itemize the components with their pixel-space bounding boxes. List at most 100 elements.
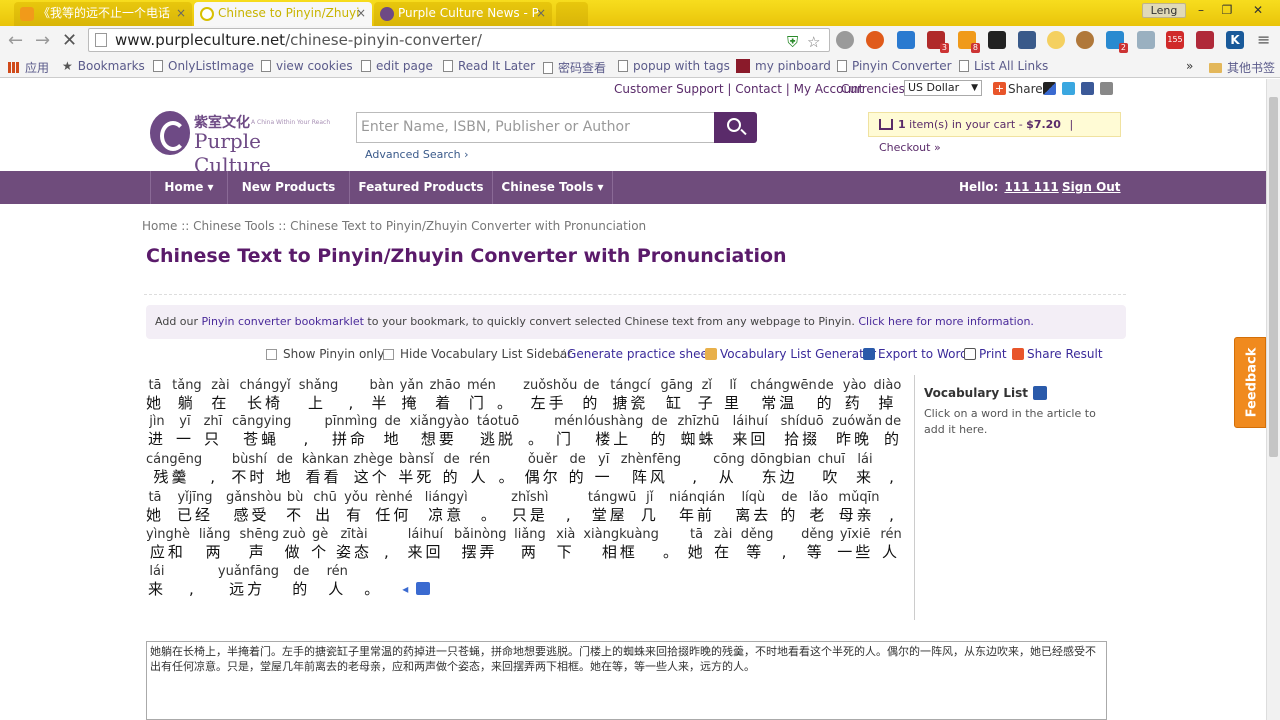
- word-token[interactable]: yǒu 有: [344, 489, 368, 524]
- word-token[interactable]: de 的: [884, 413, 902, 448]
- word-token[interactable]: bǎinòng 摆弄: [454, 526, 507, 561]
- browser-tab-2[interactable]: Chinese to Pinyin/Zhuyi ×: [194, 2, 372, 26]
- word-token[interactable]: yǐjīng 已经: [173, 489, 217, 524]
- page-scrollbar[interactable]: [1266, 79, 1280, 720]
- email-icon[interactable]: [1100, 82, 1113, 95]
- back-icon[interactable]: ←: [8, 30, 23, 51]
- breadcrumb[interactable]: Home :: Chinese Tools :: Chinese Text to…: [142, 219, 646, 233]
- bookmark-star-icon[interactable]: ☆: [807, 33, 820, 51]
- bookmark-my-pinboard[interactable]: my pinboard: [736, 59, 831, 73]
- word-token[interactable]: diào 掉: [873, 377, 902, 412]
- word-token[interactable]: gǎnshòu 感受: [226, 489, 282, 524]
- word-token[interactable]: lái 来: [854, 451, 876, 486]
- close-tab-icon[interactable]: ×: [176, 2, 186, 24]
- show-pinyin-only-checkbox[interactable]: Show Pinyin only: [266, 347, 384, 361]
- word-token[interactable]: zhāo 着: [430, 377, 461, 412]
- contact-link[interactable]: Contact: [735, 82, 782, 96]
- word-token[interactable]: jǐ 几: [641, 489, 659, 524]
- generate-practice-sheet-link[interactable]: ⁄ Generate practice sheet: [561, 347, 713, 361]
- word-token[interactable]: xiǎngyào 想要: [410, 413, 469, 448]
- word-token[interactable]: zài 在: [209, 377, 231, 412]
- word-token[interactable]: de 的: [292, 563, 310, 598]
- extension-puzzle-icon[interactable]: [1196, 31, 1214, 49]
- nav-home[interactable]: Home ▾: [150, 171, 228, 204]
- word-token[interactable]: tángcí 搪瓷: [609, 377, 653, 412]
- word-token[interactable]: chángwēn 常温: [750, 377, 817, 412]
- word-token[interactable]: yīxiē 一些: [837, 526, 874, 561]
- word-token[interactable]: dōngbian 东边: [750, 451, 811, 486]
- scrollbar-thumb[interactable]: [1269, 97, 1278, 457]
- word-token[interactable]: de 地: [384, 413, 402, 448]
- bookmark-password-view[interactable]: 密码查看: [543, 59, 606, 76]
- extension-dollar-icon[interactable]: [866, 31, 884, 49]
- word-token[interactable]: rén 人: [880, 526, 902, 561]
- close-window-icon[interactable]: ✕: [1240, 1, 1276, 19]
- word-token[interactable]: gāng 缸: [660, 377, 693, 412]
- word-token[interactable]: ǒuěr 偶尔: [525, 451, 561, 486]
- close-tab-icon[interactable]: ×: [356, 2, 366, 24]
- extension-k-icon[interactable]: K: [1226, 31, 1244, 49]
- word-token[interactable]: zhǐshì 只是: [508, 489, 552, 524]
- extension-globe-icon[interactable]: [836, 31, 854, 49]
- delicious-icon[interactable]: [1043, 82, 1056, 95]
- word-token[interactable]: bù 不: [286, 489, 304, 524]
- stop-icon[interactable]: ✕: [62, 30, 77, 51]
- checkout-link[interactable]: Checkout »: [879, 141, 941, 154]
- extension-black-icon[interactable]: [988, 31, 1006, 49]
- word-token[interactable]: de 的: [780, 489, 798, 524]
- word-token[interactable]: zhīzhū 蜘蛛: [677, 413, 721, 448]
- word-token[interactable]: pīnmìng 拼命: [324, 413, 377, 448]
- word-token[interactable]: zhège 这个: [354, 451, 393, 486]
- word-token[interactable]: shǎng 上: [299, 377, 338, 412]
- sign-out-link[interactable]: Sign Out: [1062, 171, 1121, 204]
- bookmarklet-link[interactable]: Pinyin converter bookmarklet: [202, 315, 364, 328]
- word-token[interactable]: de 的: [582, 377, 600, 412]
- word-token[interactable]: chū 出: [313, 489, 337, 524]
- word-token[interactable]: chuī 吹: [817, 451, 846, 486]
- word-token[interactable]: cāngying 苍蝇: [232, 413, 291, 448]
- word-token[interactable]: cōng 从: [713, 451, 745, 486]
- word-token[interactable]: shíduō 拾掇: [780, 413, 824, 448]
- bookmark-view-cookies[interactable]: view cookies: [261, 59, 353, 73]
- extension-155-icon[interactable]: 155: [1166, 31, 1184, 49]
- word-token[interactable]: mén 门: [554, 413, 583, 448]
- word-token[interactable]: táotuō 逃脱: [476, 413, 520, 448]
- bookmark-popup-with-tags[interactable]: popup with tags: [618, 59, 730, 73]
- close-tab-icon[interactable]: ×: [536, 2, 546, 24]
- forward-icon[interactable]: →: [35, 30, 50, 51]
- share-label[interactable]: Share: [1008, 82, 1043, 96]
- bookmark-onlylistimage[interactable]: OnlyListImage: [153, 59, 254, 73]
- word-token[interactable]: liǎng 两: [512, 526, 549, 561]
- extension-camera-icon[interactable]: [1137, 31, 1155, 49]
- word-token[interactable]: zài 在: [712, 526, 734, 561]
- nav-new-products[interactable]: New Products: [228, 171, 350, 204]
- browser-tab-1[interactable]: 《我等的远不止一个电话 ×: [14, 2, 192, 26]
- word-token[interactable]: bàn 半: [370, 377, 394, 412]
- word-token[interactable]: yuǎnfāng 远方: [218, 563, 279, 598]
- word-token[interactable]: kànkan 看看: [302, 451, 349, 486]
- word-token[interactable]: mén 门: [467, 377, 496, 412]
- translate-icon[interactable]: [416, 582, 431, 595]
- hide-vocab-sidebar-checkbox[interactable]: Hide Vocabulary List Sidebar: [383, 347, 572, 361]
- print-link[interactable]: Print: [964, 347, 1007, 361]
- extension-orange-icon[interactable]: 8: [958, 31, 980, 53]
- feedback-tab[interactable]: Feedback: [1234, 337, 1266, 428]
- word-token[interactable]: yǎn 掩: [400, 377, 424, 412]
- twitter-icon[interactable]: [1062, 82, 1075, 95]
- word-token[interactable]: láihuí 来回: [728, 413, 772, 448]
- window-user-badge[interactable]: Leng: [1142, 3, 1186, 18]
- word-token[interactable]: de 的: [651, 413, 669, 448]
- minimize-icon[interactable]: –: [1188, 1, 1214, 19]
- bookmark-edit-page[interactable]: edit page: [361, 59, 433, 73]
- word-token[interactable]: tā 她: [146, 489, 164, 524]
- search-button[interactable]: [714, 112, 757, 143]
- word-token[interactable]: yào 药: [843, 377, 867, 412]
- word-token[interactable]: rènhé 任何: [375, 489, 413, 524]
- bookmark-apps[interactable]: 应用: [8, 59, 49, 76]
- url-text[interactable]: www.purpleculture.net/chinese-pinyin-con…: [115, 31, 482, 49]
- extension-moon-icon[interactable]: [1047, 31, 1065, 49]
- word-token[interactable]: zhènfēng 阵风: [621, 451, 681, 486]
- address-bar[interactable]: www.purpleculture.net/chinese-pinyin-con…: [88, 28, 830, 52]
- user-name-link[interactable]: 111 111: [1004, 180, 1058, 194]
- word-token[interactable]: tā 她: [688, 526, 706, 561]
